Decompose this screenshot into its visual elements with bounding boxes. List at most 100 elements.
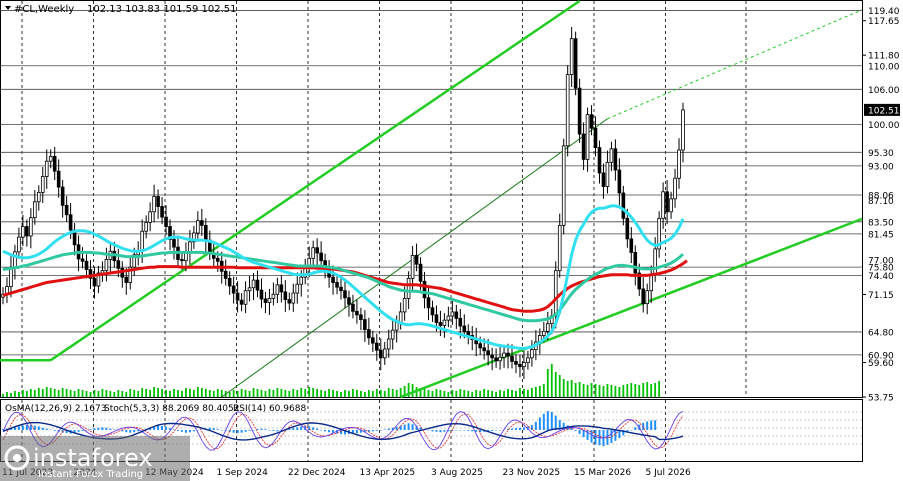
volume-bar xyxy=(256,389,259,397)
volume-bar xyxy=(483,389,486,397)
osma-bar xyxy=(133,430,136,433)
osma-bar xyxy=(288,429,291,430)
volume-bar xyxy=(491,391,494,397)
osma-bar xyxy=(81,430,84,431)
candle-body xyxy=(156,196,160,207)
candle-body xyxy=(343,290,347,299)
volume-bar xyxy=(292,389,295,397)
osma-bar xyxy=(475,430,478,432)
candle-body xyxy=(482,347,486,352)
volume-bar xyxy=(18,392,20,397)
osma-readout: OsMA(12,26,9) 2.1673 xyxy=(5,404,106,414)
candle-body xyxy=(351,303,355,312)
volume-bar xyxy=(574,383,577,397)
osma-bar xyxy=(105,427,108,430)
candle-body xyxy=(565,74,570,147)
osma-bar xyxy=(109,428,112,430)
volume-bar xyxy=(467,391,470,397)
candle-body xyxy=(152,196,156,213)
price-tick-label: 111.80 xyxy=(868,52,900,62)
volume-bar xyxy=(383,391,386,397)
volume-bar xyxy=(622,385,625,397)
volume-bar xyxy=(204,389,207,397)
candle-body xyxy=(267,297,272,303)
osma-bar xyxy=(514,428,517,430)
candle-body xyxy=(275,284,280,295)
volume-bar xyxy=(284,390,287,397)
volume-bar xyxy=(244,390,247,397)
volume-bar xyxy=(475,390,478,397)
brand-logo: instaforex Instant Forex Trading xyxy=(0,436,190,481)
candle-body xyxy=(355,310,359,316)
volume-bar xyxy=(507,389,509,397)
volume-bar xyxy=(352,389,354,397)
volume-bar xyxy=(602,386,605,397)
volume-bar xyxy=(503,391,505,397)
volume-bar xyxy=(37,388,40,397)
candle-body xyxy=(398,311,403,323)
volume-bar xyxy=(141,388,144,397)
candle-body xyxy=(64,204,69,216)
osma-bar xyxy=(272,430,275,431)
candle-body xyxy=(25,226,29,237)
volume-bar xyxy=(538,386,541,397)
osma-bar xyxy=(586,430,589,440)
candle-body xyxy=(641,288,646,305)
osma-bar xyxy=(491,430,494,431)
osma-bar xyxy=(312,427,315,430)
volume-bar xyxy=(558,375,561,397)
volume-bar xyxy=(192,390,195,397)
candle-body xyxy=(434,314,439,323)
osma-bar xyxy=(340,430,343,435)
volume-bar xyxy=(328,389,330,397)
osma-bar xyxy=(546,411,549,430)
candle-body xyxy=(315,247,319,254)
candle-body xyxy=(116,260,121,269)
osma-bar xyxy=(184,430,187,433)
candle-body xyxy=(454,311,459,319)
candle-body xyxy=(40,176,45,193)
volume-bar xyxy=(85,391,88,397)
volume-bar xyxy=(527,390,529,397)
candle-body xyxy=(669,198,673,213)
osma-bar xyxy=(244,430,247,432)
candle-body xyxy=(60,186,65,206)
candle-body xyxy=(52,156,57,172)
volume-bar xyxy=(487,390,490,397)
volume-bar xyxy=(25,391,28,397)
candle-body xyxy=(251,279,256,289)
volume-bar xyxy=(316,389,319,397)
volume-bar xyxy=(519,388,521,397)
candle-body xyxy=(291,292,296,304)
candle-body xyxy=(375,342,379,351)
volume-bar xyxy=(332,390,334,397)
candle-body xyxy=(442,319,447,326)
candle-body xyxy=(542,330,546,336)
volume-bar xyxy=(117,390,120,397)
chart-header: #CL,Weekly 102.13 103.83 101.59 102.51 xyxy=(5,4,237,15)
volume-bar xyxy=(379,390,382,397)
candle-body xyxy=(422,280,427,299)
volume-bar xyxy=(439,390,442,397)
volume-bar xyxy=(57,390,60,397)
volume-bar xyxy=(359,391,362,397)
volume-bar xyxy=(375,389,378,397)
volume-bar xyxy=(196,387,199,397)
candle-body xyxy=(204,224,208,241)
volume-bar xyxy=(642,383,645,397)
volume-bar xyxy=(113,392,116,397)
volume-bar xyxy=(161,389,163,397)
candle-body xyxy=(21,226,25,238)
volume-bar xyxy=(395,390,398,397)
volume-bar xyxy=(65,389,68,397)
volume-bar xyxy=(252,388,255,397)
volume-bar xyxy=(336,391,338,397)
candle-body xyxy=(617,169,622,194)
volume-bar xyxy=(185,388,187,397)
osma-bar xyxy=(77,430,80,432)
ohlc-readout: 102.13 103.83 101.59 102.51 xyxy=(87,4,237,15)
candle-body xyxy=(347,297,351,305)
candle-body xyxy=(48,156,53,162)
osma-bar xyxy=(248,430,251,431)
osma-bar xyxy=(630,430,633,431)
